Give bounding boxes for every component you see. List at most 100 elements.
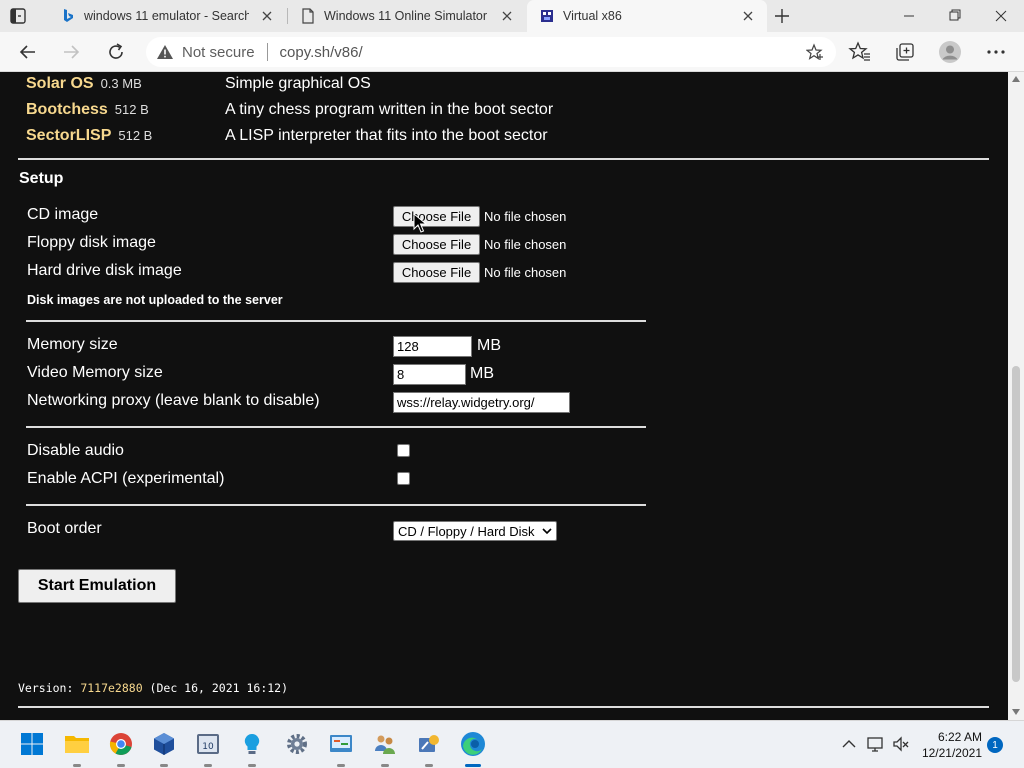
floppy-image-choose-file-button[interactable]: Choose File [393,234,480,255]
version-info: Version: 7117e2880 (Dec 16, 2021 16:12) [18,681,288,695]
tab-bing-search[interactable]: windows 11 emulator - Search [48,0,286,32]
back-icon[interactable] [16,40,40,64]
divider [18,706,989,708]
start-emulation-button[interactable]: Start Emulation [18,569,176,603]
hard-drive-image-choose-file-button[interactable]: Choose File [393,262,480,283]
forward-icon[interactable] [59,40,83,64]
close-tab-icon[interactable] [260,9,274,23]
control-panel-button[interactable] [326,729,356,759]
memory-unit: MB [477,337,501,354]
system-clock[interactable]: 6:22 AM 12/21/2021 [918,729,982,761]
speaker-muted-icon[interactable] [892,735,910,753]
scroll-down-icon[interactable] [1012,709,1020,715]
hard-drive-image-status: No file chosen [484,265,567,280]
running-indicator [381,764,389,767]
networking-proxy-label: Networking proxy (leave blank to disable… [27,392,320,409]
floppy-image-label: Floppy disk image [27,234,156,251]
running-indicator [204,764,212,767]
os-name[interactable]: SectorLISP [26,127,111,145]
folder-icon [65,736,89,753]
active-indicator [465,764,481,767]
scroll-up-icon[interactable] [1012,76,1020,82]
url-text[interactable]: copy.sh/v86/ [280,44,363,61]
enable-acpi-label: Enable ACPI (experimental) [27,470,225,487]
os-list-item[interactable]: Bootchess 512 B [26,101,149,121]
os-list-item[interactable]: SectorLISP 512 B [26,127,152,147]
video-memory-unit: MB [470,365,494,382]
boot-order-select[interactable]: CD / Floppy / Hard Disk [393,521,557,541]
chrome-button[interactable] [106,729,136,759]
tab-virtual-x86[interactable]: Virtual x86 [527,0,767,32]
tips-button[interactable] [237,729,267,759]
tab-title: Windows 11 Online Simulator - T [324,9,489,23]
gear-icon [287,734,307,754]
tab-windows-simulator[interactable]: Windows 11 Online Simulator - T [288,0,526,32]
profile-avatar[interactable] [938,40,962,64]
disable-audio-checkbox[interactable] [397,444,410,457]
virtualbox-button[interactable] [149,729,179,759]
upload-note: Disk images are not uploaded to the serv… [27,293,283,307]
start-button[interactable] [17,729,47,759]
page-scrollbar[interactable] [1008,72,1024,720]
running-indicator [248,764,256,767]
version-date: (Dec 16, 2021 16:12) [142,681,289,695]
virtualbox-icon [154,733,174,755]
close-tab-icon[interactable] [741,9,755,23]
running-indicator [73,764,81,767]
os-size: 512 B [118,128,153,143]
address-bar[interactable]: Not secure copy.sh/v86/ [146,37,836,67]
hard-drive-image-label: Hard drive disk image [27,262,182,279]
version-prefix: Version: [18,681,81,695]
settings-button[interactable] [282,729,312,759]
lightbulb-icon [244,733,260,754]
new-tab-icon[interactable] [772,6,792,26]
close-tab-icon[interactable] [500,9,514,23]
memory-size-label: Memory size [27,336,118,353]
chevron-down-icon [542,528,552,535]
windows-logo-icon [21,733,43,755]
divider [18,158,989,160]
enable-acpi-checkbox[interactable] [397,472,410,485]
warning-icon[interactable] [156,43,174,61]
tools-app-button[interactable] [414,729,444,759]
video-memory-input[interactable]: 8 [393,364,466,385]
restore-icon[interactable] [932,0,978,32]
file-explorer-button[interactable] [62,729,92,759]
not-secure-label[interactable]: Not secure [182,44,255,61]
chevron-up-icon[interactable] [840,735,858,753]
minimize-icon[interactable] [886,0,932,32]
boot-order-selected: CD / Floppy / Hard Disk [398,523,535,539]
cd-image-status: No file chosen [484,209,567,224]
users-app-button[interactable] [370,729,400,759]
page-icon [302,8,314,24]
close-window-icon[interactable] [978,0,1024,32]
display-icon[interactable] [866,735,884,753]
v86-icon [541,10,553,22]
os-name[interactable]: Bootchess [26,101,108,119]
users-icon [375,735,395,754]
scrollbar-thumb[interactable] [1012,366,1020,682]
chrome-icon [109,733,132,755]
refresh-icon[interactable] [104,40,128,64]
favorites-icon[interactable] [848,40,872,64]
version-hash-link[interactable]: 7117e2880 [80,681,142,695]
os-list-item[interactable]: Solar OS 0.3 MB [26,75,142,95]
win10-app-button[interactable]: 10 [193,729,223,759]
edge-icon [461,732,485,756]
notification-badge[interactable]: 1 [987,737,1003,753]
os-name[interactable]: Solar OS [26,75,94,93]
clock-time: 6:22 AM [937,730,982,744]
memory-size-input[interactable]: 128 [393,336,472,357]
divider [26,504,646,506]
tab-actions-icon[interactable] [8,6,28,26]
edge-button[interactable] [458,729,488,759]
os-description: A tiny chess program written in the boot… [225,101,554,118]
add-favorite-icon[interactable] [806,43,824,61]
networking-proxy-input[interactable]: wss://relay.widgetry.org/ [393,392,570,413]
floppy-image-status: No file chosen [484,237,567,252]
more-icon[interactable] [984,40,1008,64]
tab-title: windows 11 emulator - Search [84,9,249,23]
address-divider [266,43,268,61]
collections-icon[interactable] [893,40,917,64]
cd-image-choose-file-button[interactable]: Choose File [393,206,480,227]
